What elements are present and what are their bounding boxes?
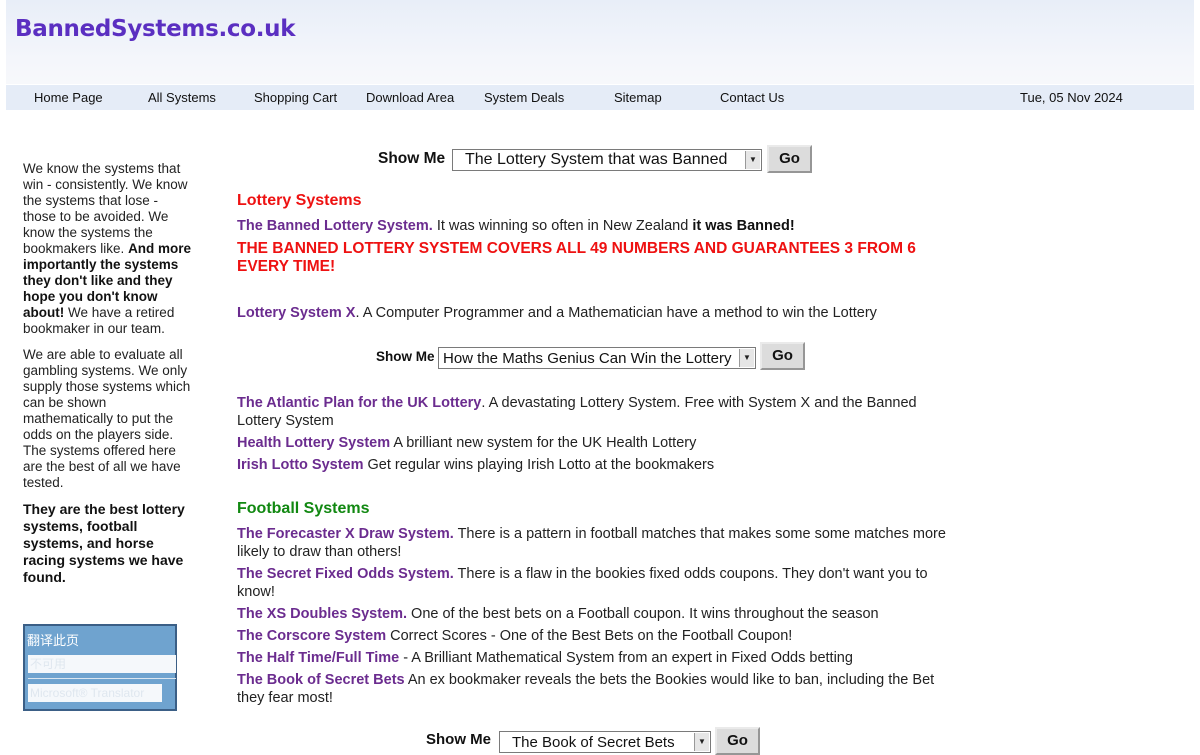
fixed-odds-link[interactable]: The Secret Fixed Odds System. — [237, 566, 454, 582]
irish-lotto-link[interactable]: Irish Lotto System — [237, 457, 364, 473]
banned-lottery-bold: it was Banned! — [692, 218, 795, 234]
corscore-link[interactable]: The Corscore System — [237, 628, 386, 644]
showme-label-2: Show Me — [376, 349, 435, 364]
list-item-atlantic: The Atlantic Plan for the UK Lottery. A … — [237, 394, 917, 430]
list-item-irish-lotto: Irish Lotto System Get regular wins play… — [237, 456, 957, 474]
corscore-desc: Correct Scores - One of the Best Bets on… — [386, 628, 793, 644]
lottery-alert: THE BANNED LOTTERY SYSTEM COVERS ALL 49 … — [237, 240, 916, 275]
main-nav: Home Page All Systems Shopping Cart Down… — [6, 85, 1194, 110]
banned-lottery-link[interactable]: The Banned Lottery System. — [237, 218, 433, 234]
htft-link[interactable]: The Half Time/Full Time — [237, 650, 399, 666]
list-item-fixed-odds: The Secret Fixed Odds System. There is a… — [237, 565, 937, 601]
health-lottery-desc: A brilliant new system for the UK Health… — [390, 435, 697, 451]
go-button-1[interactable]: Go — [767, 145, 812, 173]
list-item-book-of-secret-bets: The Book of Secret Bets An ex bookmaker … — [237, 671, 955, 707]
showme-select-3[interactable]: The Book of Secret Bets ▼ — [499, 731, 711, 753]
translator-divider — [28, 678, 176, 679]
nav-home[interactable]: Home Page — [34, 90, 103, 105]
nav-system-deals[interactable]: System Deals — [484, 90, 564, 105]
banned-lottery-desc: It was winning so often in New Zealand — [432, 218, 693, 234]
list-item-lottery-x: Lottery System X. A Computer Programmer … — [237, 304, 957, 322]
irish-lotto-desc: Get regular wins playing Irish Lotto at … — [363, 457, 715, 473]
chevron-down-icon: ▼ — [745, 151, 760, 169]
nav-contact-us[interactable]: Contact Us — [720, 90, 784, 105]
showme-select-1-value: The Lottery System that was Banned — [465, 151, 728, 168]
lottery-section-title: Lottery Systems — [237, 192, 362, 209]
lottery-x-link[interactable]: Lottery System X — [237, 305, 355, 321]
translator-widget: 翻译此页 不可用 Microsoft® Translator — [23, 624, 177, 711]
book-secret-bets-link[interactable]: The Book of Secret Bets — [237, 672, 405, 688]
forecaster-link[interactable]: The Forecaster X Draw System. — [237, 526, 454, 542]
site-logo[interactable]: BannedSystems.co.uk — [15, 16, 296, 42]
chevron-down-icon: ▼ — [739, 349, 754, 367]
sidebar-best: They are the best lottery systems, footb… — [23, 501, 185, 585]
go-button-3[interactable]: Go — [715, 727, 760, 755]
go-button-2[interactable]: Go — [760, 342, 805, 370]
list-item-health-lottery: Health Lottery System A brilliant new sy… — [237, 434, 957, 452]
list-item-corscore: The Corscore System Correct Scores - One… — [237, 627, 957, 645]
list-item-half-time-full-time: The Half Time/Full Time - A Brilliant Ma… — [237, 649, 957, 667]
list-item-banned-lottery: The Banned Lottery System. It was winnin… — [237, 217, 957, 235]
translator-title[interactable]: 翻译此页 — [27, 630, 79, 649]
sidebar-intro: We know the systems that win - consisten… — [23, 161, 193, 337]
showme-select-2-value: How the Maths Genius Can Win the Lottery — [443, 350, 732, 367]
sidebar-evaluate: We are able to evaluate all gambling sys… — [23, 347, 191, 490]
translator-status: 不可用 — [28, 655, 176, 673]
showme-select-2[interactable]: How the Maths Genius Can Win the Lottery… — [438, 347, 756, 369]
nav-sitemap[interactable]: Sitemap — [614, 90, 662, 105]
showme-select-3-value: The Book of Secret Bets — [512, 734, 675, 751]
nav-all-systems[interactable]: All Systems — [148, 90, 216, 105]
chevron-down-icon: ▼ — [694, 733, 709, 751]
health-lottery-link[interactable]: Health Lottery System — [237, 435, 390, 451]
htft-desc: - A Brilliant Mathematical System from a… — [399, 650, 853, 666]
xs-doubles-desc: One of the best bets on a Football coupo… — [407, 606, 879, 622]
site-header: BannedSystems.co.uk — [6, 0, 1194, 84]
list-item-xs-doubles: The XS Doubles System. One of the best b… — [237, 605, 957, 623]
list-item-forecaster: The Forecaster X Draw System. There is a… — [237, 525, 955, 561]
atlantic-link[interactable]: The Atlantic Plan for the UK Lottery — [237, 395, 481, 411]
nav-shopping-cart[interactable]: Shopping Cart — [254, 90, 337, 105]
current-date: Tue, 05 Nov 2024 — [1020, 90, 1123, 105]
nav-download-area[interactable]: Download Area — [366, 90, 454, 105]
football-section-title: Football Systems — [237, 500, 370, 517]
xs-doubles-link[interactable]: The XS Doubles System. — [237, 606, 407, 622]
showme-select-1[interactable]: The Lottery System that was Banned ▼ — [452, 149, 762, 171]
showme-label-1: Show Me — [378, 150, 446, 167]
sidebar: We know the systems that win - consisten… — [23, 161, 193, 596]
lottery-x-desc: . A Computer Programmer and a Mathematic… — [355, 305, 877, 321]
translator-brand[interactable]: Microsoft® Translator — [28, 684, 162, 702]
